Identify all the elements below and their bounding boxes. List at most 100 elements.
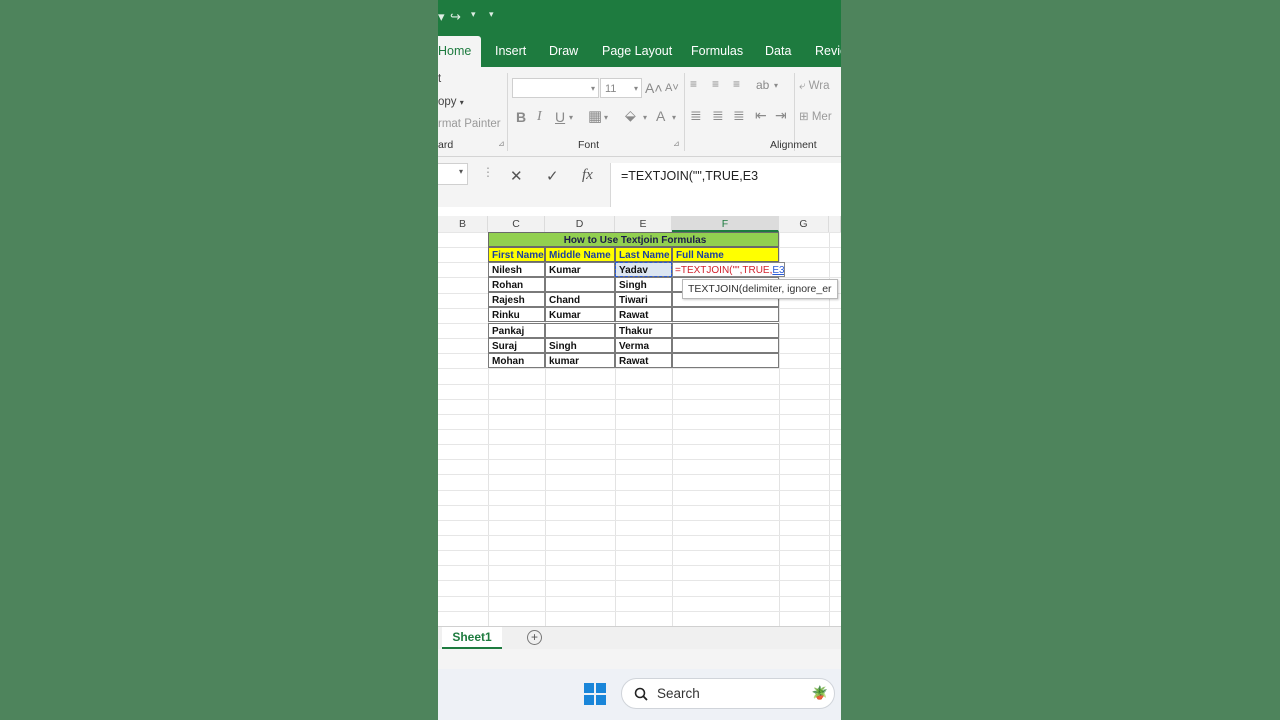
full-name-cell[interactable] xyxy=(672,323,779,338)
header-first-name[interactable]: First Name xyxy=(488,247,545,262)
add-sheet-icon[interactable]: + xyxy=(527,630,542,645)
bottom-align-icon[interactable]: ≡ xyxy=(733,77,740,91)
copy-label: opy xyxy=(438,96,457,108)
align-right-icon[interactable]: ≣ xyxy=(733,107,745,124)
table-cell[interactable]: Singh xyxy=(545,338,615,353)
increase-font-size-icon[interactable]: A˄ xyxy=(645,80,663,96)
borders-icon[interactable]: ▦ xyxy=(588,107,602,125)
full-name-cell[interactable] xyxy=(672,353,779,368)
col-header-d[interactable]: D xyxy=(545,216,615,232)
tab-draw[interactable]: Draw xyxy=(549,36,578,67)
font-group-label: Font xyxy=(578,139,600,151)
function-tooltip[interactable]: TEXTJOIN(delimiter, ignore_er xyxy=(682,279,838,299)
font-color-icon[interactable]: A xyxy=(656,108,665,124)
grid-line xyxy=(438,368,841,369)
customize-quick-access-icon[interactable]: ▾ xyxy=(489,9,494,20)
table-cell[interactable]: Rawat xyxy=(615,353,672,368)
table-cell[interactable]: Mohan xyxy=(488,353,545,368)
italic-button[interactable]: I xyxy=(537,109,542,125)
table-cell[interactable]: Singh xyxy=(615,277,672,292)
grid-line xyxy=(438,399,841,400)
undo-icon[interactable]: ▾ xyxy=(438,9,445,25)
insert-function-button[interactable]: fx xyxy=(582,167,593,184)
tab-formulas[interactable]: Formulas xyxy=(691,36,743,67)
chevron-down-icon: ▾ xyxy=(458,167,463,176)
header-full-name[interactable]: Full Name xyxy=(672,247,779,262)
table-cell[interactable]: Verma xyxy=(615,338,672,353)
decrease-font-size-icon[interactable]: A˅ xyxy=(665,82,679,94)
full-name-cell[interactable] xyxy=(672,307,779,322)
tab-insert[interactable]: Insert xyxy=(495,36,526,67)
chevron-down-icon[interactable]: ▾ xyxy=(672,113,676,122)
copy-button[interactable]: opy ▾ xyxy=(438,96,464,108)
table-cell[interactable] xyxy=(545,323,615,338)
top-align-icon[interactable]: ≡ xyxy=(690,77,697,91)
table-cell[interactable]: Kumar xyxy=(545,262,615,277)
chevron-down-icon[interactable]: ▾ xyxy=(643,113,647,122)
table-cell[interactable]: Rohan xyxy=(488,277,545,292)
underline-button[interactable]: U xyxy=(555,109,565,125)
chevron-down-icon[interactable]: ▾ xyxy=(774,81,778,90)
table-cell[interactable]: Kumar xyxy=(545,307,615,322)
merge-center-button[interactable]: ⊞ Mer xyxy=(799,109,832,123)
formula-input[interactable]: =TEXTJOIN("",TRUE,E3 xyxy=(610,163,841,207)
table-cell[interactable]: Pankaj xyxy=(488,323,545,338)
table-cell[interactable]: Suraj xyxy=(488,338,545,353)
col-header-c[interactable]: C xyxy=(488,216,545,232)
bold-button[interactable]: B xyxy=(516,109,526,125)
tab-data[interactable]: Data xyxy=(765,36,791,67)
clipboard-launcher-icon[interactable]: ⊿ xyxy=(498,139,505,148)
decrease-indent-icon[interactable]: ⇤ xyxy=(755,107,767,124)
table-title[interactable]: How to Use Textjoin Formulas xyxy=(488,232,779,247)
table-cell[interactable]: Chand xyxy=(545,292,615,307)
col-header-f[interactable]: F xyxy=(672,216,779,232)
increase-indent-icon[interactable]: ⇥ xyxy=(775,107,787,124)
grid-line xyxy=(438,490,841,491)
format-painter-button[interactable]: rmat Painter xyxy=(438,118,501,130)
check-icon[interactable]: ✓ xyxy=(546,167,559,185)
windows-start-icon[interactable] xyxy=(584,683,606,705)
table-cell[interactable]: Thakur xyxy=(615,323,672,338)
editing-cell[interactable]: =TEXTJOIN("",TRUE,E3 xyxy=(672,262,785,277)
align-center-icon[interactable]: ≣ xyxy=(712,107,724,124)
table-cell[interactable]: Nilesh xyxy=(488,262,545,277)
resize-handle-icon[interactable]: ⋮ xyxy=(482,165,494,179)
fill-color-icon[interactable]: ⬙ xyxy=(625,107,636,124)
table-cell[interactable]: kumar xyxy=(545,353,615,368)
table-cell[interactable]: Rajesh xyxy=(488,292,545,307)
name-box[interactable]: ▾ xyxy=(438,163,468,185)
font-size-box[interactable]: 11 ▾ xyxy=(600,78,642,98)
header-last-name[interactable]: Last Name xyxy=(615,247,672,262)
col-header-b[interactable]: B xyxy=(438,216,488,232)
chevron-down-icon[interactable]: ▾ xyxy=(604,113,608,122)
table-cell[interactable] xyxy=(545,277,615,292)
redo-dropdown-icon[interactable]: ▾ xyxy=(471,9,476,20)
align-left-icon[interactable]: ≣ xyxy=(690,107,702,124)
full-name-cell[interactable] xyxy=(672,338,779,353)
font-name-box[interactable]: ▾ xyxy=(512,78,599,98)
worksheet-grid[interactable]: B C D E F G How to Use Textjoin Formulas… xyxy=(438,216,841,627)
tab-home[interactable]: Home xyxy=(438,36,482,67)
font-launcher-icon[interactable]: ⊿ xyxy=(673,139,680,148)
table-cell[interactable]: Tiwari xyxy=(615,292,672,307)
orientation-icon[interactable]: ab xyxy=(756,78,769,92)
table-cell[interactable]: Rinku xyxy=(488,307,545,322)
col-header-e[interactable]: E xyxy=(615,216,672,232)
chevron-down-icon: ▾ xyxy=(633,84,638,93)
wrap-text-button[interactable]: ⤶ Wra xyxy=(799,80,830,93)
sheet-tab[interactable]: Sheet1 xyxy=(442,627,502,649)
col-header-h[interactable] xyxy=(829,216,841,232)
tab-review[interactable]: Revie xyxy=(815,36,841,67)
col-header-g[interactable]: G xyxy=(779,216,829,232)
header-middle-name[interactable]: Middle Name xyxy=(545,247,615,262)
tab-page-layout[interactable]: Page Layout xyxy=(602,36,672,67)
chevron-down-icon[interactable]: ▾ xyxy=(569,113,573,122)
table-cell[interactable]: Rawat xyxy=(615,307,672,322)
cut-button[interactable]: t xyxy=(438,73,441,85)
redo-icon[interactable]: ↪ xyxy=(450,9,461,25)
close-icon[interactable]: ✕ xyxy=(510,167,523,185)
middle-align-icon[interactable]: ≡ xyxy=(712,77,719,91)
grid-line xyxy=(438,565,841,566)
grid-line xyxy=(438,580,841,581)
taskbar-search[interactable]: Search 🪴 xyxy=(621,678,835,709)
